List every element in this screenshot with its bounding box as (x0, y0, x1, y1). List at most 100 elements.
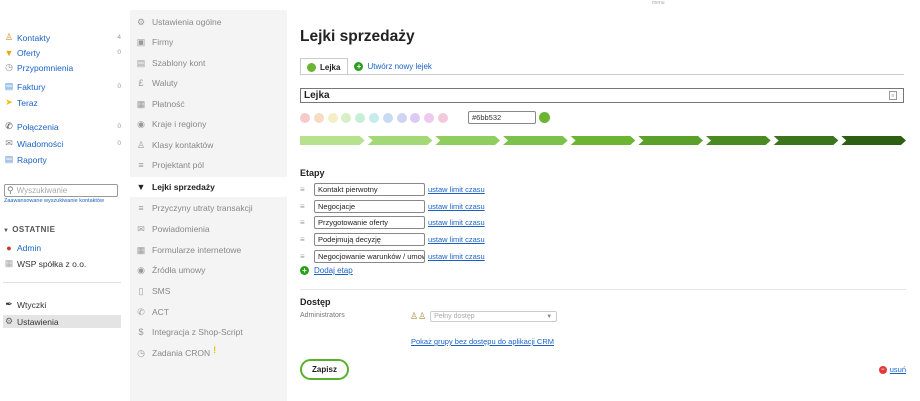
sidebar-item-reports[interactable]: ▤ Raporty (3, 153, 121, 166)
settings-item-sales-funnels[interactable]: ▼ Lejki sprzedaży (130, 177, 287, 197)
sidebar-item-plugins[interactable]: ✒ Wtyczki (3, 298, 121, 311)
settings-item-label: Przyczyny utraty transakcji (152, 203, 253, 213)
funnel-stage-segment (706, 136, 771, 145)
main-panel: Lejki sprzedaży Lejka + Utwórz nowy leje… (287, 10, 920, 401)
color-swatch[interactable] (437, 113, 448, 123)
access-level-dropdown[interactable]: Pełny dostęp ▼ (430, 311, 558, 322)
sidebar-item-settings[interactable]: ⚙ Ustawienia (3, 315, 121, 328)
delete-funnel-link[interactable]: − usuń (878, 365, 906, 374)
plus-icon: + (300, 266, 309, 275)
tab-create-funnel[interactable]: + Utwórz nowy lejek (348, 57, 438, 75)
company-icon: ▦ (4, 258, 14, 268)
selected-color-dot (539, 112, 550, 123)
drag-handle-icon[interactable]: ≡ (300, 218, 310, 227)
envelope-icon: ✉ (137, 223, 145, 234)
search-input[interactable]: ⚲ Wyszukiwanie (4, 184, 118, 197)
funnel-stage-segment (841, 136, 906, 145)
sidebar-item-count: 0 (117, 83, 121, 90)
sidebar-item-reminders[interactable]: ◷ Przypomnienia (3, 61, 121, 74)
drag-handle-icon[interactable]: ≡ (300, 235, 310, 244)
settings-item-deal-sources[interactable]: ◉ Źródła umowy (130, 260, 287, 280)
sidebar-item-calls[interactable]: ✆ Połączenia 0 (3, 120, 121, 133)
settings-item-notifications[interactable]: ✉ Powiadomienia (130, 219, 287, 239)
sidebar-item-messages[interactable]: ✉ Wiadomości 0 (3, 137, 121, 150)
color-swatch[interactable] (341, 113, 352, 123)
color-swatch[interactable] (313, 113, 324, 123)
sidebar-item-label: Przypomnienia (17, 62, 74, 73)
color-swatch[interactable] (410, 113, 421, 123)
settings-item-sms[interactable]: ▯ SMS (130, 281, 287, 301)
recent-item-admin[interactable]: ● Admin (3, 241, 121, 254)
recent-item-label: Admin (17, 242, 42, 253)
drag-handle-icon[interactable]: ≡ (300, 185, 310, 194)
set-time-limit-link[interactable]: ustaw limit czasu (428, 218, 485, 227)
sidebar-item-count: 0 (117, 49, 121, 56)
sidebar-divider (3, 282, 121, 283)
user-icon: ♙ (4, 32, 14, 42)
tab-label: Utwórz nowy lejek (367, 61, 432, 71)
add-stage-button[interactable]: + Dodaj etap (300, 266, 353, 275)
settings-item-label: Lejki sprzedaży (152, 182, 215, 192)
keyboard-icon: ≡ (889, 91, 897, 100)
advanced-search-link[interactable]: Zaawansowane wyszukiwanie kontaktów (4, 198, 122, 205)
save-button[interactable]: Zapisz (300, 359, 349, 380)
settings-item-web-forms[interactable]: ▦ Formularze internetowe (130, 240, 287, 260)
settings-item-loss-reasons[interactable]: ≡ Przyczyny utraty transakcji (130, 198, 287, 218)
source-icon: ◉ (137, 264, 145, 275)
access-title: Dostęp (300, 297, 331, 307)
drag-handle-icon[interactable]: ≡ (300, 202, 310, 211)
lightning-icon: ➤ (5, 97, 13, 107)
sidebar-item-contacts[interactable]: ♙ Kontakty 4 (3, 31, 121, 44)
settings-item-act[interactable]: ✆ ACT (130, 302, 287, 322)
settings-item-shop-script[interactable]: $ Integracja z Shop-Script (130, 322, 287, 342)
stage-name-input[interactable]: Przygotowanie oferty (314, 216, 425, 229)
set-time-limit-link[interactable]: ustaw limit czasu (428, 252, 485, 261)
stage-name-input[interactable]: Kontakt pierwotny (314, 183, 425, 196)
access-group-label: Administrators (300, 312, 345, 319)
color-hex-input[interactable]: #6bb532 (468, 111, 536, 124)
stage-name-input[interactable]: Negocjowanie warunków / umowy (314, 250, 425, 263)
funnel-icon: ▼ (136, 182, 146, 192)
drag-handle-icon[interactable]: ≡ (300, 252, 310, 261)
color-swatch[interactable] (382, 113, 393, 123)
set-time-limit-link[interactable]: ustaw limit czasu (428, 185, 485, 194)
stage-name-input[interactable]: Podejmują decyzję (314, 233, 425, 246)
color-swatch[interactable] (300, 113, 310, 123)
stage-row: ≡ Podejmują decyzję ustaw limit czasu (300, 233, 485, 246)
color-swatch[interactable] (396, 113, 407, 123)
set-time-limit-link[interactable]: ustaw limit czasu (428, 235, 485, 244)
recent-item-company[interactable]: ▦ WSP spółka z o.o. (3, 257, 121, 270)
sidebar-item-count: 4 (117, 34, 121, 41)
color-swatch[interactable] (368, 113, 379, 123)
color-swatch[interactable] (355, 113, 366, 123)
mobile-icon: ▯ (138, 285, 144, 296)
color-swatch[interactable] (327, 113, 338, 123)
settings-item-payment[interactable]: ▦ Płatność (130, 94, 287, 114)
funnel-name-input[interactable]: Lejka ≡ (300, 88, 904, 103)
settings-item-label: Klasy kontaktów (152, 140, 214, 150)
stage-name-input[interactable]: Negocjacje (314, 200, 425, 213)
plug-icon: ✒ (5, 299, 13, 309)
sidebar-item-label: Faktury (17, 81, 46, 92)
settings-item-currencies[interactable]: £ Waluty (130, 73, 287, 93)
color-swatch[interactable] (424, 113, 435, 123)
settings-item-countries[interactable]: ◉ Kraje i regiony (130, 114, 287, 134)
settings-item-templates[interactable]: ▤ Szablony kont (130, 53, 287, 73)
access-level-select[interactable]: ♙♙ Pełny dostęp ▼ (410, 311, 558, 322)
show-groups-link[interactable]: Pokaż grupy bez dostępu do aplikacji CRM (411, 337, 554, 346)
sidebar-item-invoices[interactable]: ▤ Faktury 0 (3, 80, 121, 93)
chevron-down-icon: ▼ (3, 228, 10, 234)
settings-item-field-designer[interactable]: ≡ Projektant pól (130, 155, 287, 175)
funnel-color-dot-icon (307, 62, 316, 72)
settings-item-general[interactable]: ⚙ Ustawienia ogólne (130, 12, 287, 32)
section-divider (300, 289, 906, 290)
sidebar-item-offers[interactable]: ▼ Oferty 0 (3, 46, 121, 59)
settings-item-companies[interactable]: ▣ Firmy (130, 32, 287, 52)
sidebar-item-now[interactable]: ➤ Teraz (3, 96, 121, 109)
tab-label: Lejka (320, 62, 341, 72)
set-time-limit-link[interactable]: ustaw limit czasu (428, 202, 485, 211)
settings-item-cron[interactable]: ◷ Zadania CRON! (130, 343, 287, 363)
sidebar-item-label: Kontakty (17, 32, 51, 43)
settings-item-label: Firmy (152, 37, 174, 47)
settings-item-contact-classes[interactable]: ♙ Klasy kontaktów (130, 135, 287, 155)
